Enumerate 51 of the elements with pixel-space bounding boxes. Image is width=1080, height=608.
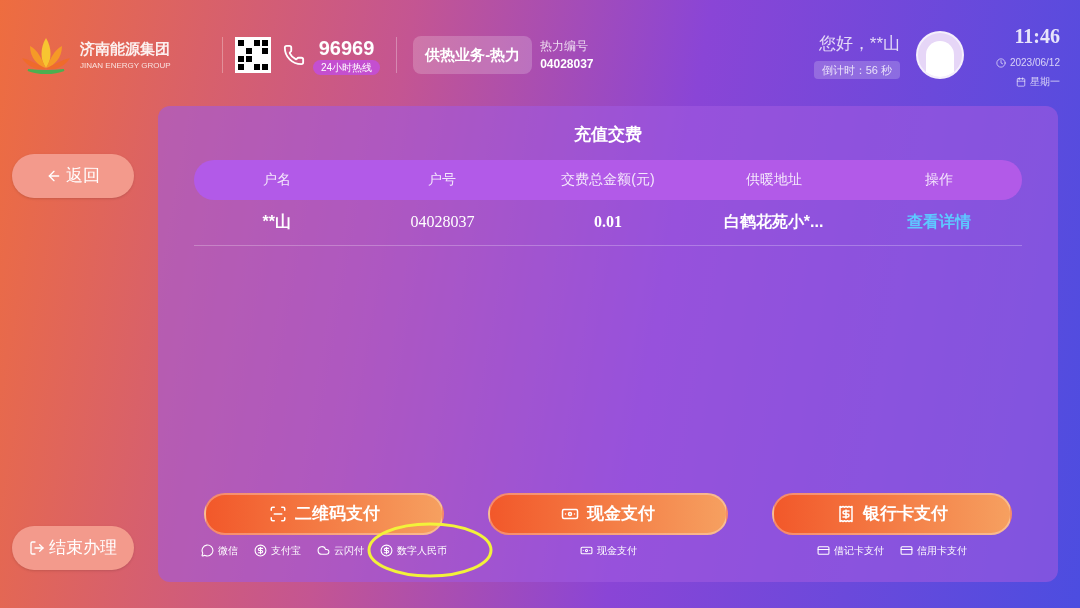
payment-option: 现金支付 — [596, 543, 637, 558]
table-cell-text: 04028037 — [409, 212, 476, 232]
payment-option: 数字人民币 — [397, 543, 447, 558]
company-name: 济南能源集团 — [80, 38, 171, 59]
credit-card-icon — [817, 544, 830, 557]
table-cell-text: 白鹤花苑小*... — [722, 212, 825, 232]
panel-title: 充值交费 — [574, 124, 642, 146]
greeting: 您好，**山 — [818, 33, 900, 55]
banknote-icon — [579, 544, 593, 557]
company-name-english: JINAN ENERGY GROUP — [80, 60, 171, 73]
cloud-icon — [317, 544, 330, 557]
column-header: 操作 — [924, 170, 955, 189]
coin-icon — [254, 544, 267, 557]
weekday: 星期一 — [1030, 75, 1060, 89]
table-cell-text: **山 — [261, 212, 292, 232]
phone-icon — [283, 44, 305, 66]
back-button[interactable]: 返回 — [12, 154, 134, 198]
payment-option: 支付宝 — [271, 543, 301, 558]
payment-option: 云闪付 — [334, 543, 364, 558]
avatar-icon — [916, 31, 964, 79]
payment-button[interactable]: 银行卡支付 — [772, 493, 1012, 535]
payment-button[interactable]: 二维码支付 — [204, 493, 444, 535]
account-label: 热力编号 — [540, 38, 590, 55]
payment-option: 微信 — [218, 543, 238, 558]
chat-bubble-icon — [201, 544, 214, 557]
date: 2023/06/12 — [1009, 56, 1060, 70]
exit-icon — [29, 540, 45, 556]
clock-icon — [995, 57, 1006, 68]
clock-time: 11:46 — [1014, 24, 1060, 49]
arrow-left-icon — [46, 168, 62, 184]
column-header: 户名 — [261, 170, 292, 189]
qr-code-icon — [235, 37, 271, 73]
payment-button[interactable]: 现金支付 — [488, 493, 728, 535]
view-details-link[interactable]: 查看详情 — [907, 210, 972, 234]
scan-icon — [268, 505, 287, 523]
table-cell-text: 0.01 — [593, 212, 623, 232]
countdown-badge: 倒计时：56 秒 — [813, 60, 900, 79]
account-number: 04028037 — [540, 56, 594, 73]
calendar-icon — [1016, 76, 1026, 87]
column-header: 户号 — [427, 170, 458, 189]
hotline-number: 96969 — [318, 35, 375, 60]
credit-card-icon — [900, 544, 913, 557]
hotline-badge: 24小时热线 — [313, 59, 381, 75]
column-header: 供暖地址 — [744, 170, 803, 189]
payment-option: 借记卡支付 — [834, 543, 884, 558]
service-button[interactable]: 供热业务-热力 — [413, 35, 533, 75]
column-header: 交费总金额(元) — [560, 170, 656, 189]
lotus-logo-icon — [20, 36, 72, 74]
end-button[interactable]: 结束办理 — [12, 526, 134, 570]
card-icon — [836, 505, 855, 523]
payment-option: 信用卡支付 — [917, 543, 967, 558]
